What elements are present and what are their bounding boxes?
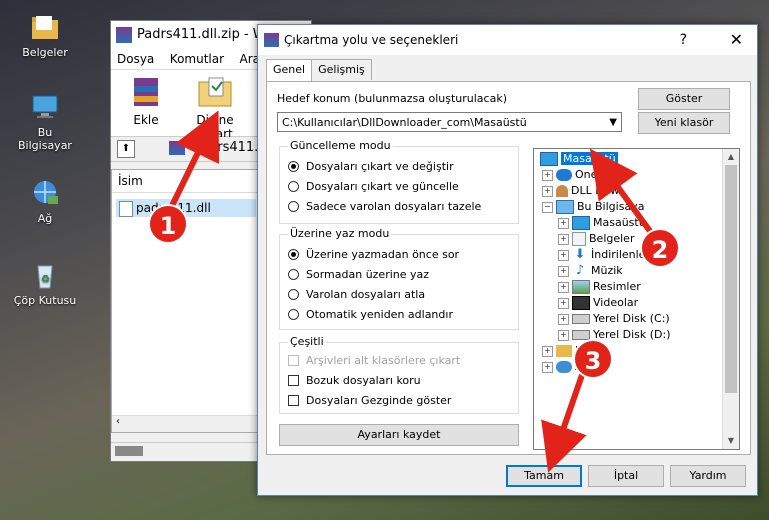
arrow-3 [541, 374, 587, 473]
step-badge-1: 1 [148, 204, 188, 244]
arrow-1 [165, 110, 220, 216]
arrow-2 [589, 148, 658, 240]
step-badge-3: 3 [573, 339, 613, 379]
step-badge-2: 2 [640, 228, 680, 268]
